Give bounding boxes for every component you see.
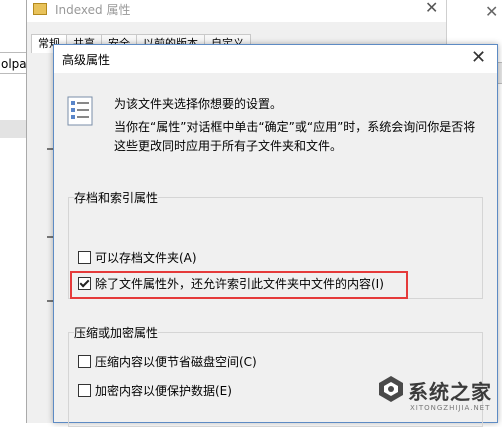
advanced-attributes-dialog: 高级属性 ✕ 为该文件夹选择你想要的设置。 当你在“属性”对话框中单击“确定”或…	[53, 44, 498, 427]
properties-close-icon[interactable]: ✕	[425, 0, 438, 17]
archive-checkbox[interactable]	[78, 251, 91, 264]
properties-titlebar: Indexed 属性 ✕	[27, 0, 447, 22]
properties-title: Indexed 属性	[55, 3, 131, 17]
folder-icon	[33, 3, 47, 15]
dialog-title: 高级属性	[62, 53, 111, 67]
document-list-icon	[67, 96, 93, 126]
compress-checkbox[interactable]	[78, 355, 91, 368]
dialog-description: 当你在“属性”对话框中单击“确定”或“应用”时，系统会询问你是否将这些更改同时应…	[114, 120, 476, 153]
encrypt-checkbox-row[interactable]: 加密内容以便保护数据(E)	[78, 383, 232, 399]
compress-encrypt-group-title: 压缩或加密属性	[74, 324, 159, 341]
encrypt-checkbox-label: 加密内容以便保护数据(E)	[95, 384, 232, 398]
archive-checkbox-label: 可以存档文件夹(A)	[95, 251, 197, 265]
watermark-subtext: XITONGZHIJIA.NET	[410, 404, 491, 412]
archive-index-group-title: 存档和索引属性	[74, 189, 159, 206]
compress-checkbox-label: 压缩内容以便节省磁盘空间(C)	[95, 355, 257, 369]
watermark-logo-icon	[379, 376, 403, 402]
dialog-intro-text: 为该文件夹选择你想要的设置。	[114, 97, 283, 111]
compress-checkbox-row[interactable]: 压缩内容以便节省磁盘空间(C)	[78, 354, 257, 370]
watermark: 系统之家 XITONGZHIJIA.NET	[376, 372, 502, 423]
dialog-titlebar: 高级属性 ✕	[54, 45, 497, 73]
red-highlight-box	[70, 271, 408, 299]
watermark-text: 系统之家	[408, 380, 492, 404]
encrypt-checkbox[interactable]	[78, 384, 91, 397]
background-close-icon[interactable]: ✕	[485, 2, 498, 21]
archive-checkbox-row[interactable]: 可以存档文件夹(A)	[78, 250, 197, 266]
close-icon[interactable]: ✕	[471, 47, 486, 68]
dialog-body: 为该文件夹选择你想要的设置。 当你在“属性”对话框中单击“确定”或“应用”时，系…	[54, 73, 497, 427]
